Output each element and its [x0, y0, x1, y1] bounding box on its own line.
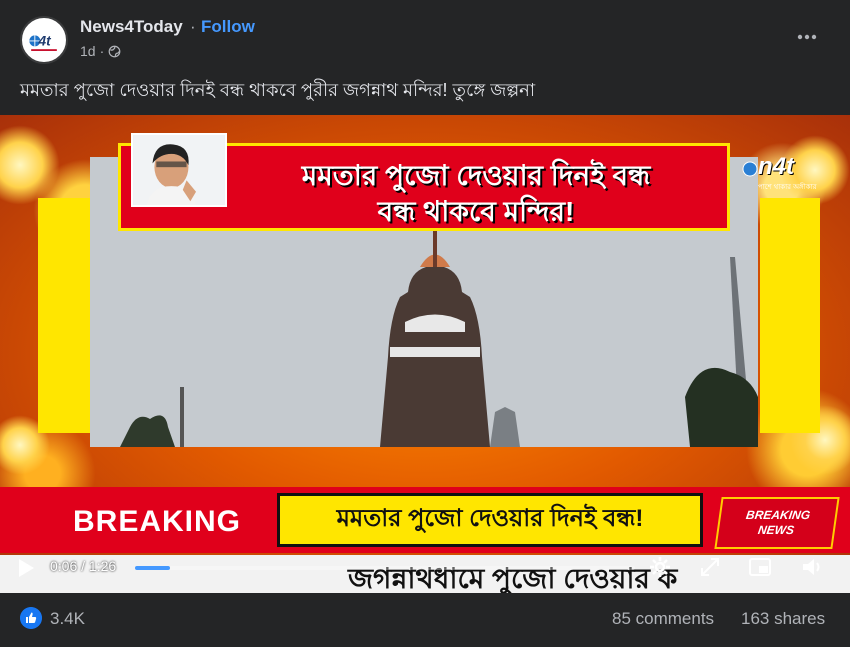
globe-icon[interactable] [108, 45, 121, 58]
badge-line-1: BREAKING [745, 508, 812, 522]
picture-in-picture-icon[interactable] [748, 555, 772, 579]
time-display: 0:06 / 1:26 [50, 558, 117, 574]
channel-logo: n4t পাশে থাকার অঙ্গীকার [740, 153, 816, 191]
post-caption: মমতার পুজো দেওয়ার দিনই বন্ধ থাকবে পুরীর… [20, 80, 536, 100]
post-card: 4t News4Today · Follow 1d · মমতার পুজো দ… [0, 0, 850, 647]
reaction-count[interactable]: 3.4K [50, 609, 85, 629]
meta-dot: · [99, 43, 105, 59]
yellow-frame-left [38, 198, 94, 433]
page-name-link[interactable]: News4Today [80, 17, 183, 37]
follow-button[interactable]: Follow [201, 17, 255, 37]
avatar[interactable]: 4t [20, 16, 68, 64]
breaking-headline: মমতার পুজো দেওয়ার দিনই বন্ধ! [277, 493, 703, 547]
post-footer: 3.4K 85 comments 163 shares [0, 593, 850, 647]
video-player[interactable]: মমতার পুজো দেওয়ার দিনই বন্ধ বন্ধ থাকবে … [0, 115, 850, 593]
breaking-label: BREAKING [72, 505, 241, 538]
yellow-frame-right [760, 198, 820, 433]
fullscreen-expand-icon[interactable] [698, 555, 722, 579]
shares-count[interactable]: 163 shares [741, 609, 825, 629]
channel-logo-text: n4t [758, 153, 794, 180]
separator-dot: · [190, 17, 196, 36]
breaking-news-badge: BREAKING NEWS [714, 497, 840, 549]
channel-globe-icon [742, 161, 758, 177]
portrait-illustration [133, 135, 225, 205]
more-options-icon[interactable] [796, 26, 818, 48]
settings-icon[interactable] [648, 555, 672, 579]
player-controls: 0:06 / 1:26 [0, 552, 850, 584]
news4today-logo-icon: 4t [23, 19, 65, 61]
progress-bar[interactable] [135, 566, 635, 570]
volume-icon[interactable] [800, 555, 824, 579]
progress-fill [135, 566, 170, 570]
post-meta: 1d · [80, 43, 121, 59]
comments-count[interactable]: 85 comments [612, 609, 714, 629]
badge-line-2: NEWS [757, 523, 795, 537]
play-icon[interactable] [16, 558, 36, 578]
post-time[interactable]: 1d [80, 43, 96, 59]
inset-portrait [131, 133, 227, 207]
banner-line-2: বন্ধ থাকবে মন্দির! [377, 196, 575, 227]
channel-tagline: পাশে থাকার অঙ্গীকার [758, 184, 817, 191]
svg-text:4t: 4t [38, 34, 53, 49]
post-header: 4t News4Today · Follow 1d · [0, 0, 850, 72]
like-icon[interactable] [20, 607, 42, 629]
